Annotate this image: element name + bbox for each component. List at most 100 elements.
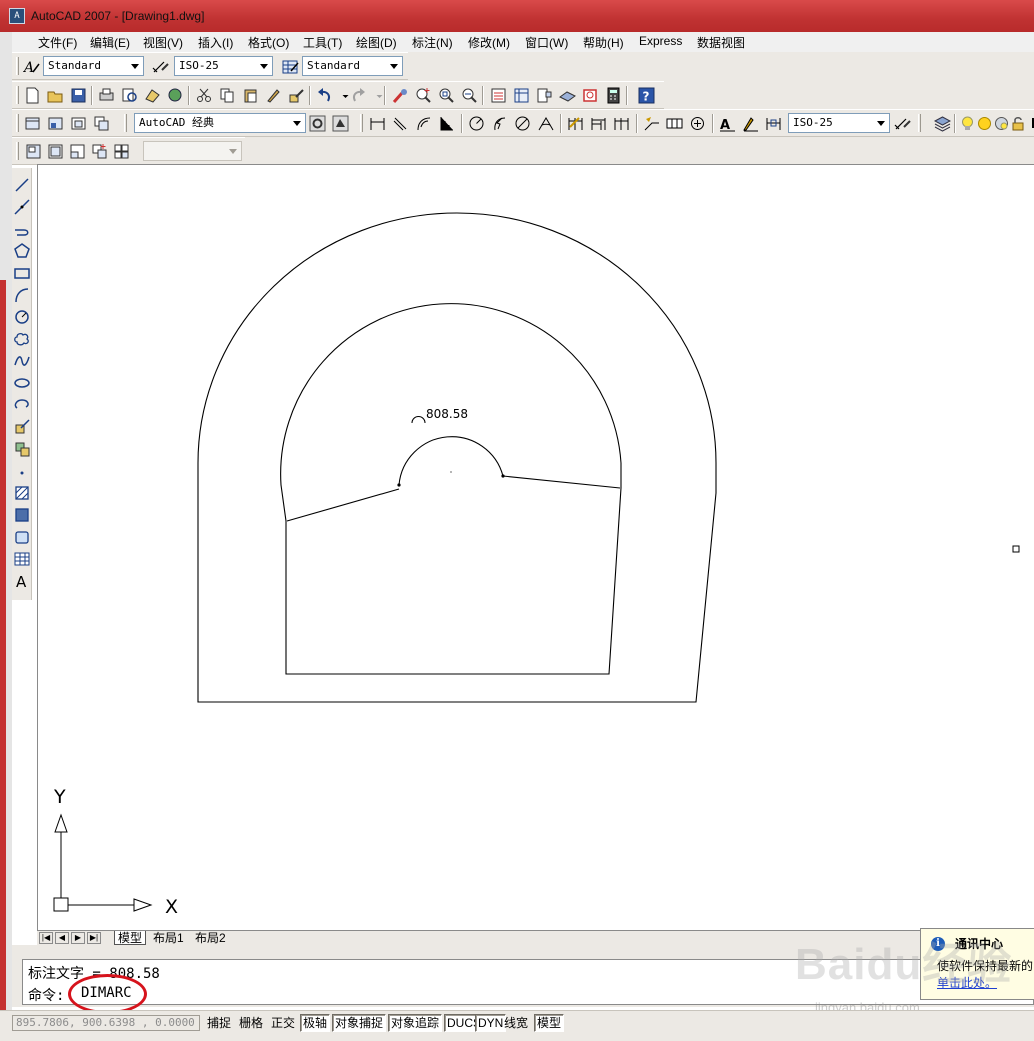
baseline-dimension-icon[interactable]: [590, 115, 607, 132]
workspace-windows-icon[interactable]: [93, 115, 110, 132]
coordinate-display[interactable]: 895.7806, 900.6398 , 0.0000: [12, 1015, 200, 1031]
multiline-text-icon[interactable]: A: [13, 572, 31, 590]
text-style-select[interactable]: Standard: [43, 56, 144, 76]
center-mark-icon[interactable]: [689, 115, 706, 132]
pan-realtime-icon[interactable]: [392, 87, 409, 104]
sheet-set-manager-icon[interactable]: [559, 87, 576, 104]
line-icon[interactable]: [13, 176, 31, 194]
layer-properties-icon[interactable]: [934, 115, 951, 132]
zoom-window-icon[interactable]: [438, 87, 455, 104]
page-setup-icon[interactable]: [69, 143, 86, 160]
layer-viewport-icon[interactable]: [993, 115, 1010, 132]
menu-window[interactable]: 窗口(W): [525, 34, 568, 51]
workspace-settings-gear-icon[interactable]: [309, 115, 326, 132]
tolerance-icon[interactable]: [666, 115, 683, 132]
model-toggle[interactable]: 模型: [534, 1014, 565, 1032]
quick-dimension-icon[interactable]: [567, 115, 584, 132]
plot-icon[interactable]: [98, 87, 115, 104]
grid-toggle[interactable]: 栅格: [236, 1014, 266, 1032]
dimension-edit-icon[interactable]: A: [719, 115, 736, 132]
match-properties-icon[interactable]: [265, 87, 282, 104]
rectangle-icon[interactable]: [13, 264, 31, 282]
dimension-style-manager-icon[interactable]: [894, 115, 911, 132]
snap-toggle[interactable]: 捕捉: [204, 1014, 234, 1032]
arc-dimension-text[interactable]: 808.58: [426, 407, 468, 421]
toolbar-grip[interactable]: [16, 86, 19, 104]
markup-set-manager-icon[interactable]: [582, 87, 599, 104]
copy-icon[interactable]: [219, 87, 236, 104]
continue-dimension-icon[interactable]: [613, 115, 630, 132]
toolbar-grip[interactable]: [16, 57, 19, 75]
spline-icon[interactable]: [13, 352, 31, 370]
viewport-polygonal-icon[interactable]: [113, 143, 130, 160]
otrack-toggle[interactable]: 对象追踪: [388, 1014, 443, 1032]
angular-dimension-icon[interactable]: [537, 115, 554, 132]
quickcalc-icon[interactable]: [605, 87, 622, 104]
viewport-dialog-icon[interactable]: [91, 143, 108, 160]
menu-format[interactable]: 格式(O): [248, 34, 289, 51]
tab-model[interactable]: 模型: [114, 931, 147, 945]
ordinate-dimension-icon[interactable]: [438, 115, 455, 132]
toolbar-grip[interactable]: [918, 114, 921, 132]
left-cut-line[interactable]: [286, 488, 400, 522]
layer-thaw-sun-icon[interactable]: [976, 115, 993, 132]
dimension-text-edit-icon[interactable]: [742, 115, 759, 132]
region-icon[interactable]: [13, 528, 31, 546]
workspace-select[interactable]: AutoCAD 经典: [134, 113, 306, 133]
dimension-update-icon[interactable]: [765, 115, 782, 132]
dim-style-icon[interactable]: [152, 58, 169, 75]
toolbar-grip[interactable]: [16, 114, 19, 132]
undo-dropdown-icon[interactable]: [337, 87, 349, 104]
menu-tools[interactable]: 工具(T): [303, 34, 342, 51]
polygon-icon[interactable]: [13, 242, 31, 260]
design-center-icon[interactable]: [513, 87, 530, 104]
cut-icon[interactable]: [196, 87, 213, 104]
toolbar-grip[interactable]: [16, 142, 19, 160]
menu-dimension[interactable]: 标注(N): [412, 34, 453, 51]
tab-layout1[interactable]: 布局1: [150, 931, 187, 945]
ortho-toggle[interactable]: 正交: [268, 1014, 298, 1032]
arc-length-symbol[interactable]: [411, 415, 426, 424]
workspace-save-icon[interactable]: [47, 115, 64, 132]
first-tab-icon[interactable]: |◀: [39, 932, 53, 944]
arc-length-dimension-icon[interactable]: [415, 115, 432, 132]
zoom-previous-icon[interactable]: [461, 87, 478, 104]
revision-cloud-icon[interactable]: [13, 330, 31, 348]
polar-toggle[interactable]: 极轴: [300, 1014, 331, 1032]
dim-style-select[interactable]: ISO-25: [174, 56, 273, 76]
ellipse-icon[interactable]: [13, 374, 31, 392]
next-tab-icon[interactable]: ▶: [71, 932, 85, 944]
dimensioned-arc[interactable]: [398, 436, 504, 486]
open-icon[interactable]: [47, 87, 64, 104]
tab-layout2[interactable]: 布局2: [192, 931, 229, 945]
prev-tab-icon[interactable]: ◀: [55, 932, 69, 944]
diameter-dimension-icon[interactable]: [514, 115, 531, 132]
toolbar-grip[interactable]: [124, 114, 127, 132]
drawing-svg[interactable]: 808.58 Y X: [38, 165, 1034, 931]
circle-icon[interactable]: [13, 308, 31, 326]
arc-icon[interactable]: [13, 286, 31, 304]
osnap-toggle[interactable]: 对象捕捉: [332, 1014, 387, 1032]
undo-icon[interactable]: [316, 87, 333, 104]
point-icon[interactable]: [13, 462, 31, 480]
outer-boundary[interactable]: [197, 212, 717, 703]
menu-express[interactable]: Express: [639, 34, 682, 48]
layout-from-template-icon[interactable]: [47, 143, 64, 160]
tool-palettes-icon[interactable]: [536, 87, 553, 104]
quick-leader-icon[interactable]: [643, 115, 660, 132]
layer-lock-icon[interactable]: [1010, 115, 1027, 132]
menu-insert[interactable]: 插入(I): [198, 34, 233, 51]
workspace-layout-icon[interactable]: [70, 115, 87, 132]
toolbar-grip[interactable]: [360, 114, 363, 132]
redo-icon[interactable]: [350, 87, 367, 104]
help-icon[interactable]: ?: [638, 87, 655, 104]
right-cut-line[interactable]: [502, 475, 621, 489]
publish-icon[interactable]: [144, 87, 161, 104]
hatch-icon[interactable]: [13, 484, 31, 502]
menu-draw[interactable]: 绘图(D): [356, 34, 397, 51]
insert-block-icon[interactable]: [13, 418, 31, 436]
jogged-dimension-icon[interactable]: [491, 115, 508, 132]
my-workspace-icon[interactable]: [332, 115, 349, 132]
new-layout-icon[interactable]: [25, 143, 42, 160]
layer-on-lightbulb-icon[interactable]: [959, 115, 976, 132]
